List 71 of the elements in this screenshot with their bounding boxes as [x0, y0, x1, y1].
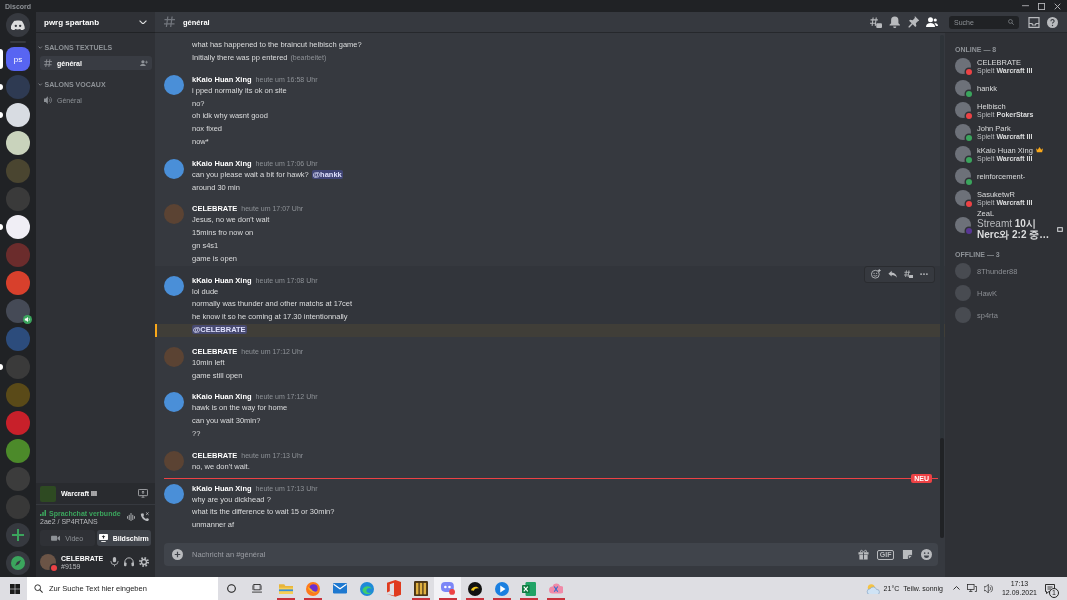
user-avatar[interactable] — [164, 392, 184, 413]
hash-icon — [44, 58, 52, 68]
caret-icon[interactable] — [38, 46, 43, 49]
speaker-icon — [44, 95, 52, 105]
plus-icon[interactable] — [6, 523, 30, 547]
phone-icon[interactable] — [140, 512, 149, 522]
server-icon[interactable] — [6, 299, 30, 323]
folder-icon[interactable] — [278, 582, 293, 595]
minimize-icon[interactable] — [1022, 5, 1029, 7]
monitor-icon[interactable] — [138, 488, 148, 499]
spreadsheet-icon[interactable] — [521, 581, 536, 596]
microphone-icon[interactable] — [110, 557, 119, 567]
user-avatar[interactable] — [164, 483, 184, 504]
threads-icon[interactable] — [903, 269, 913, 279]
add-attachment-icon[interactable] — [172, 549, 183, 560]
document-icon[interactable] — [386, 580, 401, 597]
sticker-icon[interactable] — [902, 549, 913, 560]
settings-icon[interactable] — [139, 557, 149, 567]
gamepad-icon[interactable] — [440, 582, 455, 595]
server-icon[interactable] — [6, 131, 30, 155]
volume-icon[interactable] — [983, 583, 993, 594]
start-icon[interactable] — [10, 583, 20, 594]
user-avatar[interactable] — [164, 74, 184, 95]
gift-icon[interactable] — [858, 549, 870, 560]
home-button[interactable] — [6, 13, 30, 37]
wave-icon[interactable] — [359, 581, 374, 596]
compass-icon[interactable] — [6, 551, 30, 575]
swirl-icon[interactable] — [467, 581, 482, 596]
user-avatar[interactable] — [164, 275, 184, 296]
server-name[interactable]: pwrg spartanb — [44, 17, 100, 27]
game-picture — [40, 485, 56, 502]
member-activity: Streamt 10시 Nerc와 2:2 중… — [977, 218, 1051, 240]
chevron-up-icon[interactable] — [952, 586, 960, 591]
task-view-icon[interactable] — [252, 584, 262, 593]
add-member-icon[interactable] — [140, 59, 148, 67]
circle-icon[interactable] — [227, 584, 236, 593]
play-icon[interactable] — [494, 581, 509, 596]
signal-bars-icon — [40, 510, 46, 516]
inbox-icon[interactable] — [1028, 16, 1040, 28]
monitor-icon — [98, 534, 108, 542]
envelope-icon[interactable] — [332, 583, 347, 594]
emoji-icon[interactable] — [921, 549, 932, 560]
network-icon[interactable] — [966, 584, 977, 593]
pin-icon[interactable] — [907, 16, 919, 28]
search-icon — [34, 584, 43, 593]
user-avatar[interactable] — [955, 216, 971, 233]
add-reaction-icon[interactable] — [870, 269, 881, 279]
close-icon[interactable] — [1054, 2, 1061, 10]
hash-icon — [164, 16, 175, 28]
search-icon — [1008, 19, 1014, 25]
bell-icon[interactable] — [889, 16, 901, 28]
globe-icon[interactable] — [305, 581, 320, 596]
reply-icon[interactable] — [887, 270, 897, 279]
more-icon[interactable] — [920, 273, 928, 276]
waveform-icon[interactable] — [127, 512, 135, 522]
threads-icon[interactable] — [870, 16, 882, 28]
chevron-down-icon[interactable] — [139, 19, 147, 25]
gamepad-icon — [11, 19, 25, 31]
server-icon[interactable] — [6, 103, 30, 127]
cloud-icon[interactable] — [548, 583, 563, 594]
members-icon[interactable] — [926, 17, 938, 27]
caret-icon[interactable] — [38, 83, 43, 86]
server-button[interactable]: ps — [6, 47, 30, 71]
server-icon[interactable] — [6, 215, 30, 239]
tower-icon[interactable] — [413, 580, 428, 597]
headphones-icon[interactable] — [124, 557, 134, 567]
help-icon[interactable] — [1047, 16, 1058, 28]
user-avatar[interactable] — [164, 158, 184, 179]
maximize-icon[interactable] — [1038, 2, 1045, 10]
notification-icon[interactable] — [1045, 583, 1055, 594]
camera-icon — [51, 534, 61, 542]
